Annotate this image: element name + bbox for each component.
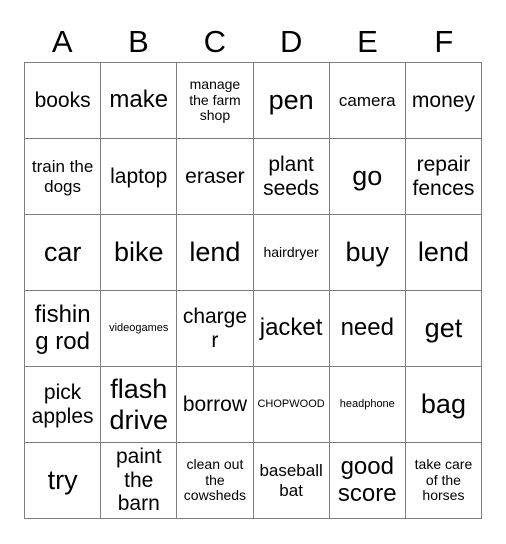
bingo-cell-d6[interactable]: baseball bat bbox=[253, 443, 330, 519]
bingo-cell-label: bag bbox=[420, 389, 466, 420]
bingo-cell-label: camera bbox=[338, 90, 396, 110]
bingo-cell-label: paint the barn bbox=[115, 445, 162, 516]
bingo-cell-f2[interactable]: repair fences bbox=[405, 139, 483, 215]
bingo-cell-label: take care of the horses bbox=[414, 455, 473, 504]
bingo-cell-label: buy bbox=[345, 237, 390, 268]
bingo-cell-a6[interactable]: try bbox=[25, 443, 102, 519]
bingo-cell-b4[interactable]: videogames bbox=[101, 291, 178, 367]
bingo-cell-e3[interactable]: buy bbox=[329, 215, 406, 291]
bingo-cell-e1[interactable]: camera bbox=[329, 63, 406, 139]
bingo-cell-d4[interactable]: jacket bbox=[253, 291, 330, 367]
bingo-cell-label: hairdryer bbox=[263, 243, 319, 260]
bingo-cell-label: bike bbox=[113, 237, 164, 268]
bingo-cell-label: money bbox=[411, 88, 475, 112]
bingo-cell-b3[interactable]: bike bbox=[101, 215, 178, 291]
bingo-row: pick apples flash drive borrow CHOPWOOD head… bbox=[25, 367, 483, 443]
bingo-cell-f3[interactable]: lend bbox=[405, 215, 483, 291]
bingo-cell-label: borrow bbox=[182, 392, 248, 416]
bingo-cell-c6[interactable]: clean out the cowsheds bbox=[177, 443, 254, 519]
column-header-d: D bbox=[279, 23, 303, 59]
bingo-cell-label: jacket bbox=[259, 314, 323, 342]
bingo-cell-label: videogames bbox=[109, 322, 169, 335]
bingo-grid: books make manage the farm shop pen camera mo… bbox=[24, 62, 483, 519]
bingo-cell-label: fishing rod bbox=[34, 300, 91, 355]
bingo-cell-label: make bbox=[109, 86, 169, 114]
bingo-cell-b2[interactable]: laptop bbox=[101, 139, 178, 215]
bingo-card: A B C D E F books make manage the farm shop pen c… bbox=[24, 20, 483, 519]
bingo-cell-d2[interactable]: plant seeds bbox=[253, 139, 330, 215]
bingo-cell-e4[interactable]: need bbox=[329, 291, 406, 367]
bingo-cell-e6[interactable]: good score bbox=[329, 443, 406, 519]
bingo-cell-c3[interactable]: lend bbox=[177, 215, 254, 291]
bingo-cell-d5[interactable]: CHOPWOOD bbox=[253, 367, 330, 443]
bingo-cell-label: repair fences bbox=[412, 152, 475, 200]
bingo-row: car bike lend hairdryer buy lend bbox=[25, 215, 483, 291]
bingo-cell-a3[interactable]: car bbox=[25, 215, 102, 291]
bingo-cell-label: car bbox=[43, 237, 82, 268]
bingo-cell-d1[interactable]: pen bbox=[253, 63, 330, 139]
column-header-b: B bbox=[128, 23, 149, 59]
bingo-cell-label: charger bbox=[182, 304, 248, 352]
bingo-row: try paint the barn clean out the cowsheds b… bbox=[25, 443, 483, 519]
bingo-cell-label: headphone bbox=[339, 398, 395, 411]
bingo-cell-label: train the dogs bbox=[31, 157, 94, 196]
column-header-e: E bbox=[357, 23, 378, 59]
bingo-cell-label: books bbox=[34, 88, 91, 112]
bingo-cell-b6[interactable]: paint the barn bbox=[101, 443, 178, 519]
bingo-cell-label: get bbox=[424, 313, 463, 344]
bingo-cell-label: eraser bbox=[185, 164, 245, 188]
bingo-cell-label: clean out the cowsheds bbox=[183, 455, 247, 504]
bingo-cell-label: good score bbox=[337, 452, 397, 507]
bingo-cell-a2[interactable]: train the dogs bbox=[25, 139, 102, 215]
column-header-row: A B C D E F bbox=[24, 20, 482, 62]
bingo-cell-a1[interactable]: books bbox=[25, 63, 102, 139]
bingo-cell-label: laptop bbox=[110, 164, 168, 188]
bingo-cell-label: CHOPWOOD bbox=[257, 398, 325, 411]
bingo-row: books make manage the farm shop pen camera mo… bbox=[25, 63, 483, 139]
bingo-cell-b5[interactable]: flash drive bbox=[101, 367, 178, 443]
bingo-row: fishing rod videogames charger jacket need ge… bbox=[25, 291, 483, 367]
bingo-cell-label: pick apples bbox=[31, 380, 94, 428]
bingo-cell-c5[interactable]: borrow bbox=[177, 367, 254, 443]
column-header-f: F bbox=[434, 23, 454, 59]
bingo-cell-label: manage the farm shop bbox=[189, 75, 241, 124]
bingo-cell-a5[interactable]: pick apples bbox=[25, 367, 102, 443]
bingo-cell-e2[interactable]: go bbox=[329, 139, 406, 215]
bingo-cell-label: go bbox=[352, 161, 383, 192]
bingo-cell-f4[interactable]: get bbox=[405, 291, 483, 367]
bingo-cell-label: lend bbox=[189, 237, 241, 268]
bingo-cell-f5[interactable]: bag bbox=[405, 367, 483, 443]
bingo-cell-c4[interactable]: charger bbox=[177, 291, 254, 367]
bingo-cell-label: try bbox=[47, 465, 78, 496]
bingo-cell-b1[interactable]: make bbox=[101, 63, 178, 139]
bingo-cell-label: need bbox=[340, 314, 394, 342]
bingo-cell-f1[interactable]: money bbox=[405, 63, 483, 139]
column-header-c: C bbox=[203, 23, 227, 59]
bingo-cell-c2[interactable]: eraser bbox=[177, 139, 254, 215]
column-header-a: A bbox=[51, 23, 73, 59]
bingo-cell-label: plant seeds bbox=[263, 152, 320, 200]
bingo-cell-a4[interactable]: fishing rod bbox=[25, 291, 102, 367]
bingo-cell-e5[interactable]: headphone bbox=[329, 367, 406, 443]
bingo-cell-label: baseball bat bbox=[259, 461, 323, 500]
bingo-cell-label: flash drive bbox=[109, 374, 169, 435]
bingo-cell-label: pen bbox=[268, 85, 314, 116]
bingo-cell-f6[interactable]: take care of the horses bbox=[405, 443, 483, 519]
bingo-cell-d3[interactable]: hairdryer bbox=[253, 215, 330, 291]
bingo-cell-label: lend bbox=[417, 237, 469, 268]
bingo-row: train the dogs laptop eraser plant seeds go r… bbox=[25, 139, 483, 215]
bingo-cell-c1[interactable]: manage the farm shop bbox=[177, 63, 254, 139]
